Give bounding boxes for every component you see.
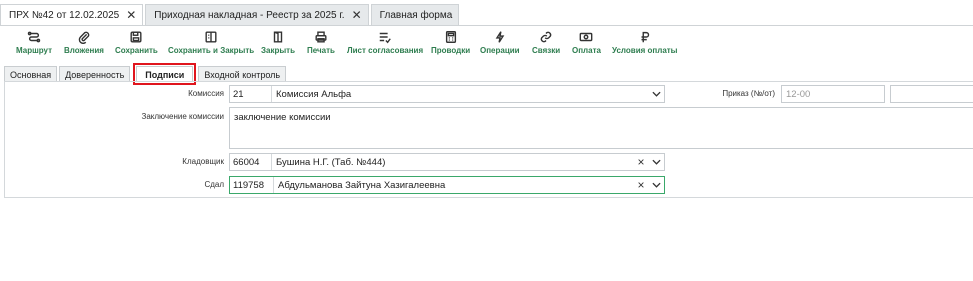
order-label: Приказ (№/от): [722, 89, 775, 98]
attachments-button[interactable]: Вложения: [64, 27, 104, 55]
window-tab-registry[interactable]: Приходная накладная - Реестр за 2025 г. …: [145, 4, 369, 25]
tab-incoming-control[interactable]: Входной контроль: [198, 66, 287, 82]
storekeeper-name: Бушина Н.Г. (Таб. №444): [276, 156, 386, 168]
paperclip-icon: [78, 31, 90, 44]
save-close-icon: [205, 31, 217, 43]
save-label: Сохранить: [115, 46, 158, 55]
tab-main[interactable]: Основная: [4, 66, 58, 82]
chevron-down-icon[interactable]: [648, 91, 664, 97]
order-number-input[interactable]: 12-00: [781, 85, 885, 103]
attachments-label: Вложения: [64, 46, 104, 55]
handed-select[interactable]: 119758 Абдульманова Зайтуна Хазигалеевна…: [229, 176, 665, 194]
order-number-placeholder: 12-00: [786, 88, 811, 100]
commission-select[interactable]: 21 Комиссия Альфа: [229, 85, 665, 103]
payment-terms-label: Условия оплаты: [612, 46, 678, 55]
close-icon[interactable]: ✕: [126, 8, 136, 22]
window-tab-receipt[interactable]: ПРХ №42 от 12.02.2025 ✕: [0, 4, 144, 25]
save-close-label: Сохранить и Закрыть: [168, 46, 255, 55]
form-tab-bar: Основная Доверенность Подписи Входной ко…: [4, 63, 288, 85]
lightning-icon: [495, 31, 505, 43]
window-tab-main-form[interactable]: Главная форма: [370, 4, 460, 25]
printer-icon: [315, 31, 327, 43]
links-button[interactable]: Связки: [532, 27, 560, 55]
handed-name: Абдульманова Зайтуна Хазигалеевна: [278, 179, 446, 191]
operations-button[interactable]: Операции: [480, 27, 520, 55]
payment-terms-button[interactable]: Условия оплаты: [612, 27, 678, 55]
links-label: Связки: [532, 46, 561, 55]
window-tab-label: Приходная накладная - Реестр за 2025 г.: [154, 9, 345, 21]
postings-label: Проводки: [431, 46, 471, 55]
close-button[interactable]: Закрыть: [261, 27, 295, 55]
approval-sheet-label: Лист согласования: [347, 46, 424, 55]
chevron-down-icon[interactable]: [648, 182, 664, 188]
link-icon: [540, 31, 552, 43]
ruble-icon: [641, 31, 649, 43]
payment-button[interactable]: Оплата: [572, 27, 601, 55]
conclusion-label: Заключение комиссии: [141, 112, 224, 121]
approval-sheet-button[interactable]: Лист согласования: [347, 27, 423, 55]
calculator-icon: [445, 31, 456, 43]
conclusion-value: заключение комиссии: [234, 112, 331, 123]
tab-power-of-attorney[interactable]: Доверенность: [59, 66, 131, 82]
storekeeper-select[interactable]: 66004 Бушина Н.Г. (Таб. №444) ×: [229, 153, 665, 171]
clear-icon[interactable]: ×: [634, 178, 648, 192]
payment-label: Оплата: [572, 46, 601, 55]
handed-label: Сдал: [204, 180, 224, 189]
door-icon: [273, 31, 283, 43]
money-icon: [580, 32, 593, 42]
save-close-button[interactable]: Сохранить и Закрыть: [168, 27, 254, 55]
print-button[interactable]: Печать: [307, 27, 335, 55]
commission-label: Комиссия: [188, 89, 224, 98]
route-label: Маршрут: [16, 46, 53, 55]
order-date-input[interactable]: [890, 85, 973, 103]
handed-code: 119758: [230, 177, 274, 193]
commission-name: Комиссия Альфа: [276, 88, 352, 100]
operations-label: Операции: [480, 46, 520, 55]
close-label: Закрыть: [261, 46, 296, 55]
tab-divider: [0, 25, 973, 26]
conclusion-textarea[interactable]: заключение комиссии: [229, 107, 973, 149]
window-tab-label: ПРХ №42 от 12.02.2025: [9, 9, 120, 21]
close-icon[interactable]: ✕: [352, 8, 362, 22]
window-tab-label: Главная форма: [379, 9, 453, 21]
chevron-down-icon[interactable]: [648, 159, 664, 165]
route-icon: [27, 31, 41, 43]
storekeeper-label: Кладовщик: [182, 157, 224, 166]
window-tab-bar: ПРХ №42 от 12.02.2025 ✕ Приходная наклад…: [0, 4, 461, 26]
print-label: Печать: [307, 46, 335, 55]
commission-code: 21: [230, 86, 272, 102]
route-button[interactable]: Маршрут: [16, 27, 52, 55]
save-button[interactable]: Сохранить: [115, 27, 158, 55]
postings-button[interactable]: Проводки: [431, 27, 470, 55]
storekeeper-code: 66004: [230, 154, 272, 170]
list-check-icon: [379, 32, 391, 44]
clear-icon[interactable]: ×: [634, 155, 648, 169]
tab-signatures[interactable]: Подписи: [133, 63, 197, 85]
save-icon: [130, 31, 142, 43]
